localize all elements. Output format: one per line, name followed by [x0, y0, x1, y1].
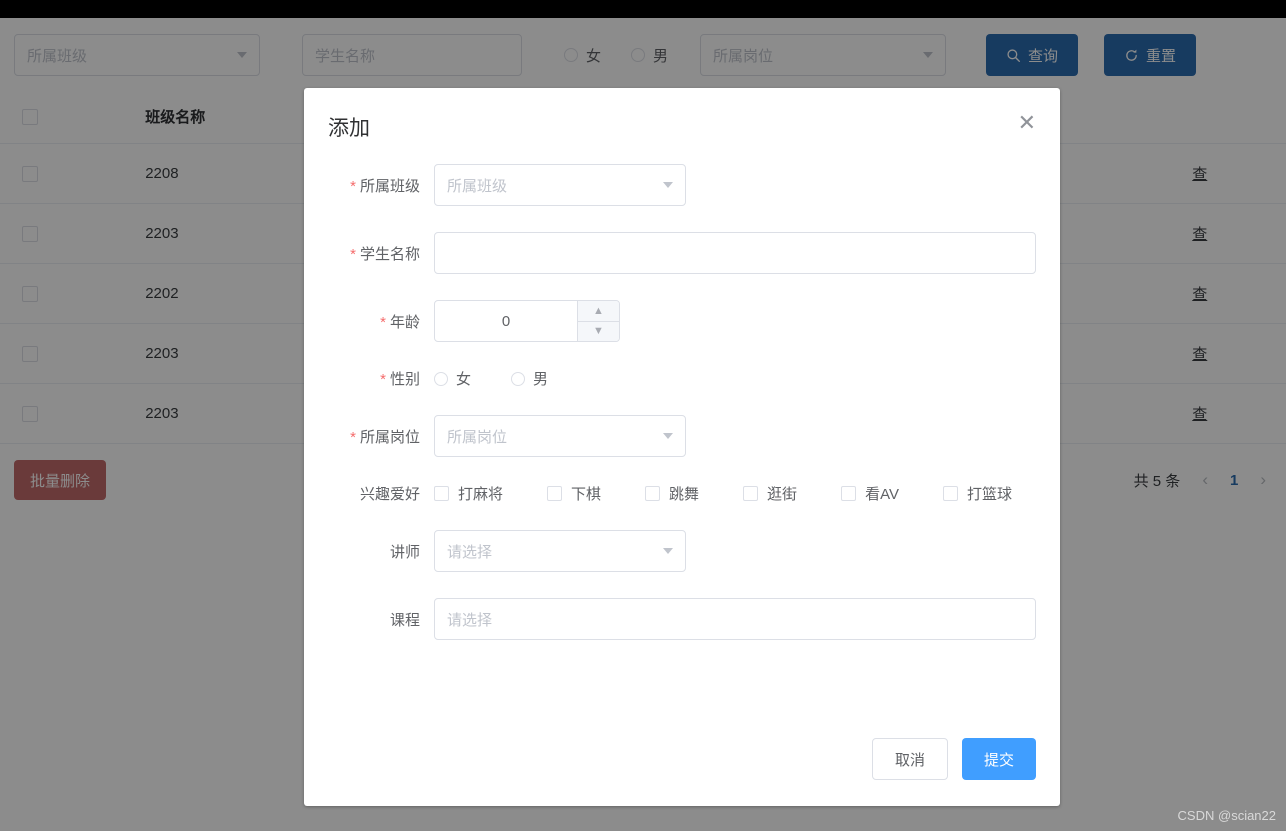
student-name-input[interactable] [434, 232, 1036, 274]
form-row-student-name: *学生名称 [328, 232, 1036, 274]
required-asterisk: * [350, 178, 356, 195]
checkbox-icon[interactable] [743, 486, 758, 501]
label-class: *所属班级 [328, 175, 434, 196]
course-input[interactable]: 请选择 [434, 598, 1036, 640]
label-course: 课程 [328, 609, 434, 630]
hobby-label-chess: 下棋 [571, 483, 601, 504]
label-position-text: 所属岗位 [360, 429, 420, 446]
hobby-label-mahjong: 打麻将 [458, 483, 503, 504]
radio-circle-icon [434, 372, 448, 386]
hobby-checkbox-mahjong[interactable]: 打麻将 [434, 483, 503, 504]
close-icon[interactable]: ✕ [1018, 112, 1036, 134]
checkbox-icon[interactable] [943, 486, 958, 501]
label-student-name: *学生名称 [328, 243, 434, 264]
label-teacher: 讲师 [328, 541, 434, 562]
checkbox-icon[interactable] [645, 486, 660, 501]
hobby-checkbox-shopping[interactable]: 逛街 [743, 483, 797, 504]
chevron-down-icon[interactable]: ▼ [578, 321, 619, 342]
label-student-name-text: 学生名称 [360, 246, 420, 263]
chevron-down-icon [663, 548, 673, 554]
label-hobbies: 兴趣爱好 [328, 483, 434, 504]
dialog-header: 添加 ✕ [304, 88, 1060, 142]
gender-radio-group: 女 男 [434, 368, 548, 389]
label-position: *所属岗位 [328, 426, 434, 447]
gender-radio-male[interactable]: 男 [511, 368, 548, 389]
app-root: 所属班级 学生名称 女 男 所属岗位 [0, 0, 1286, 831]
checkbox-icon[interactable] [841, 486, 856, 501]
form-row-teacher: 讲师 请选择 [328, 530, 1036, 572]
checkbox-icon[interactable] [547, 486, 562, 501]
required-asterisk: * [350, 429, 356, 446]
required-asterisk: * [350, 246, 356, 263]
age-stepper[interactable]: 0 ▲ ▼ [434, 300, 620, 342]
hobby-label-basketball: 打篮球 [967, 483, 1012, 504]
position-select-value: 所属岗位 [447, 426, 507, 447]
watermark: CSDN @scian22 [1178, 808, 1276, 823]
form-row-age: *年龄 0 ▲ ▼ [328, 300, 1036, 342]
hobby-checkbox-av[interactable]: 看AV [841, 483, 899, 504]
course-input-placeholder: 请选择 [447, 609, 492, 630]
radio-circle-icon [511, 372, 525, 386]
hobby-checkbox-basketball[interactable]: 打篮球 [943, 483, 1012, 504]
teacher-select[interactable]: 请选择 [434, 530, 686, 572]
gender-male-label: 男 [533, 368, 548, 389]
required-asterisk: * [380, 314, 386, 331]
label-class-text: 所属班级 [360, 178, 420, 195]
add-student-dialog: 添加 ✕ *所属班级 所属班级 *学生名称 [304, 88, 1060, 806]
hobby-label-dance: 跳舞 [669, 483, 699, 504]
hobby-label-av: 看AV [865, 483, 899, 504]
hobby-checkbox-chess[interactable]: 下棋 [547, 483, 601, 504]
form-row-hobbies: 兴趣爱好 打麻将 下棋 跳舞 [328, 483, 1036, 504]
hobby-checkbox-dance[interactable]: 跳舞 [645, 483, 699, 504]
label-age-text: 年龄 [390, 314, 420, 331]
hobby-label-shopping: 逛街 [767, 483, 797, 504]
required-asterisk: * [380, 371, 386, 388]
dialog-footer: 取消 提交 [304, 738, 1060, 806]
form-row-position: *所属岗位 所属岗位 [328, 415, 1036, 457]
class-select[interactable]: 所属班级 [434, 164, 686, 206]
age-input-value[interactable]: 0 [435, 301, 577, 341]
cancel-button[interactable]: 取消 [872, 738, 948, 780]
chevron-up-icon[interactable]: ▲ [578, 301, 619, 321]
label-age: *年龄 [328, 311, 434, 332]
checkbox-icon[interactable] [434, 486, 449, 501]
gender-female-label: 女 [456, 368, 471, 389]
label-gender-text: 性别 [390, 371, 420, 388]
form-row-class: *所属班级 所属班级 [328, 164, 1036, 206]
hobbies-checkbox-group: 打麻将 下棋 跳舞 逛街 [434, 483, 1012, 504]
class-select-value: 所属班级 [447, 175, 507, 196]
age-stepper-buttons: ▲ ▼ [577, 301, 619, 341]
dialog-title: 添加 [328, 112, 370, 142]
form-row-gender: *性别 女 男 [328, 368, 1036, 389]
chevron-down-icon [663, 182, 673, 188]
form-row-course: 课程 请选择 [328, 598, 1036, 640]
dialog-body: *所属班级 所属班级 *学生名称 *年龄 [304, 142, 1060, 738]
teacher-select-value: 请选择 [447, 541, 492, 562]
label-gender: *性别 [328, 368, 434, 389]
position-select[interactable]: 所属岗位 [434, 415, 686, 457]
submit-button[interactable]: 提交 [962, 738, 1036, 780]
chevron-down-icon [663, 433, 673, 439]
gender-radio-female[interactable]: 女 [434, 368, 471, 389]
